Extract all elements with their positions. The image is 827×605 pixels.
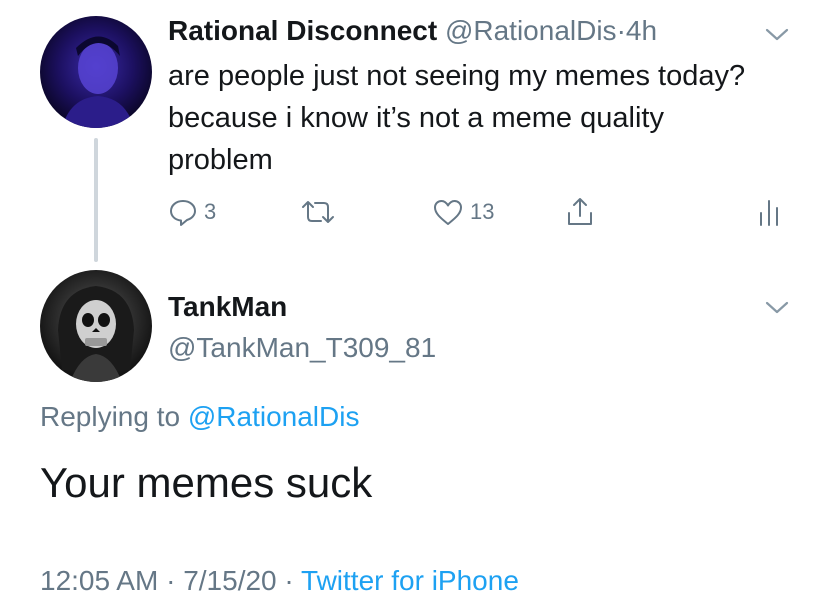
skull-avatar-icon [58,286,134,382]
reply-user-handle[interactable]: @TankMan_T309_81 [168,330,436,366]
display-name[interactable]: Rational Disconnect [168,15,437,46]
share-icon [568,198,592,225]
replying-to-label: Replying to [40,401,181,432]
user-handle[interactable]: @RationalDis [445,15,617,46]
chevron-down-icon[interactable] [762,24,792,44]
retweet-button[interactable] [299,196,337,228]
analytics-button[interactable] [757,196,781,228]
heart-icon [434,200,462,225]
tweet-header: Rational Disconnect @RationalDis·4h [168,12,657,50]
tweet-time[interactable]: 4h [626,15,657,46]
share-button[interactable] [565,196,595,228]
analytics-icon [760,200,778,226]
rational-disconnect-avatar[interactable] [40,16,152,128]
chevron-down-icon[interactable] [762,297,792,317]
reply-count: 3 [204,199,217,224]
replying-to-handle-link[interactable]: @RationalDis [188,401,360,432]
like-count: 13 [470,199,495,224]
reply-icon [170,200,196,226]
tweet-metadata: 12:05 AM · 7/15/20 · Twitter for iPhone [40,563,519,599]
thread-line [94,138,98,262]
tweet-date: 7/15/20 [183,565,277,596]
separator-dot: · [284,565,294,596]
tweet-source-link[interactable]: Twitter for iPhone [301,565,519,596]
retweet-icon [302,201,334,223]
tweet-timestamp: 12:05 AM [40,565,159,596]
user-avatar-icon [62,36,134,128]
tweet-text: are people just not seeing my memes toda… [168,60,746,176]
separator-dot: · [166,565,176,596]
reply-tweet-text: Your memes suck [40,459,373,506]
reply-display-name[interactable]: TankMan [168,289,287,325]
reply-button[interactable]: 3 [168,196,216,228]
separator-dot: · [616,15,626,46]
like-button[interactable]: 13 [432,196,494,228]
replying-to: Replying to @RationalDis [40,399,359,435]
tankman-avatar[interactable] [40,270,152,382]
